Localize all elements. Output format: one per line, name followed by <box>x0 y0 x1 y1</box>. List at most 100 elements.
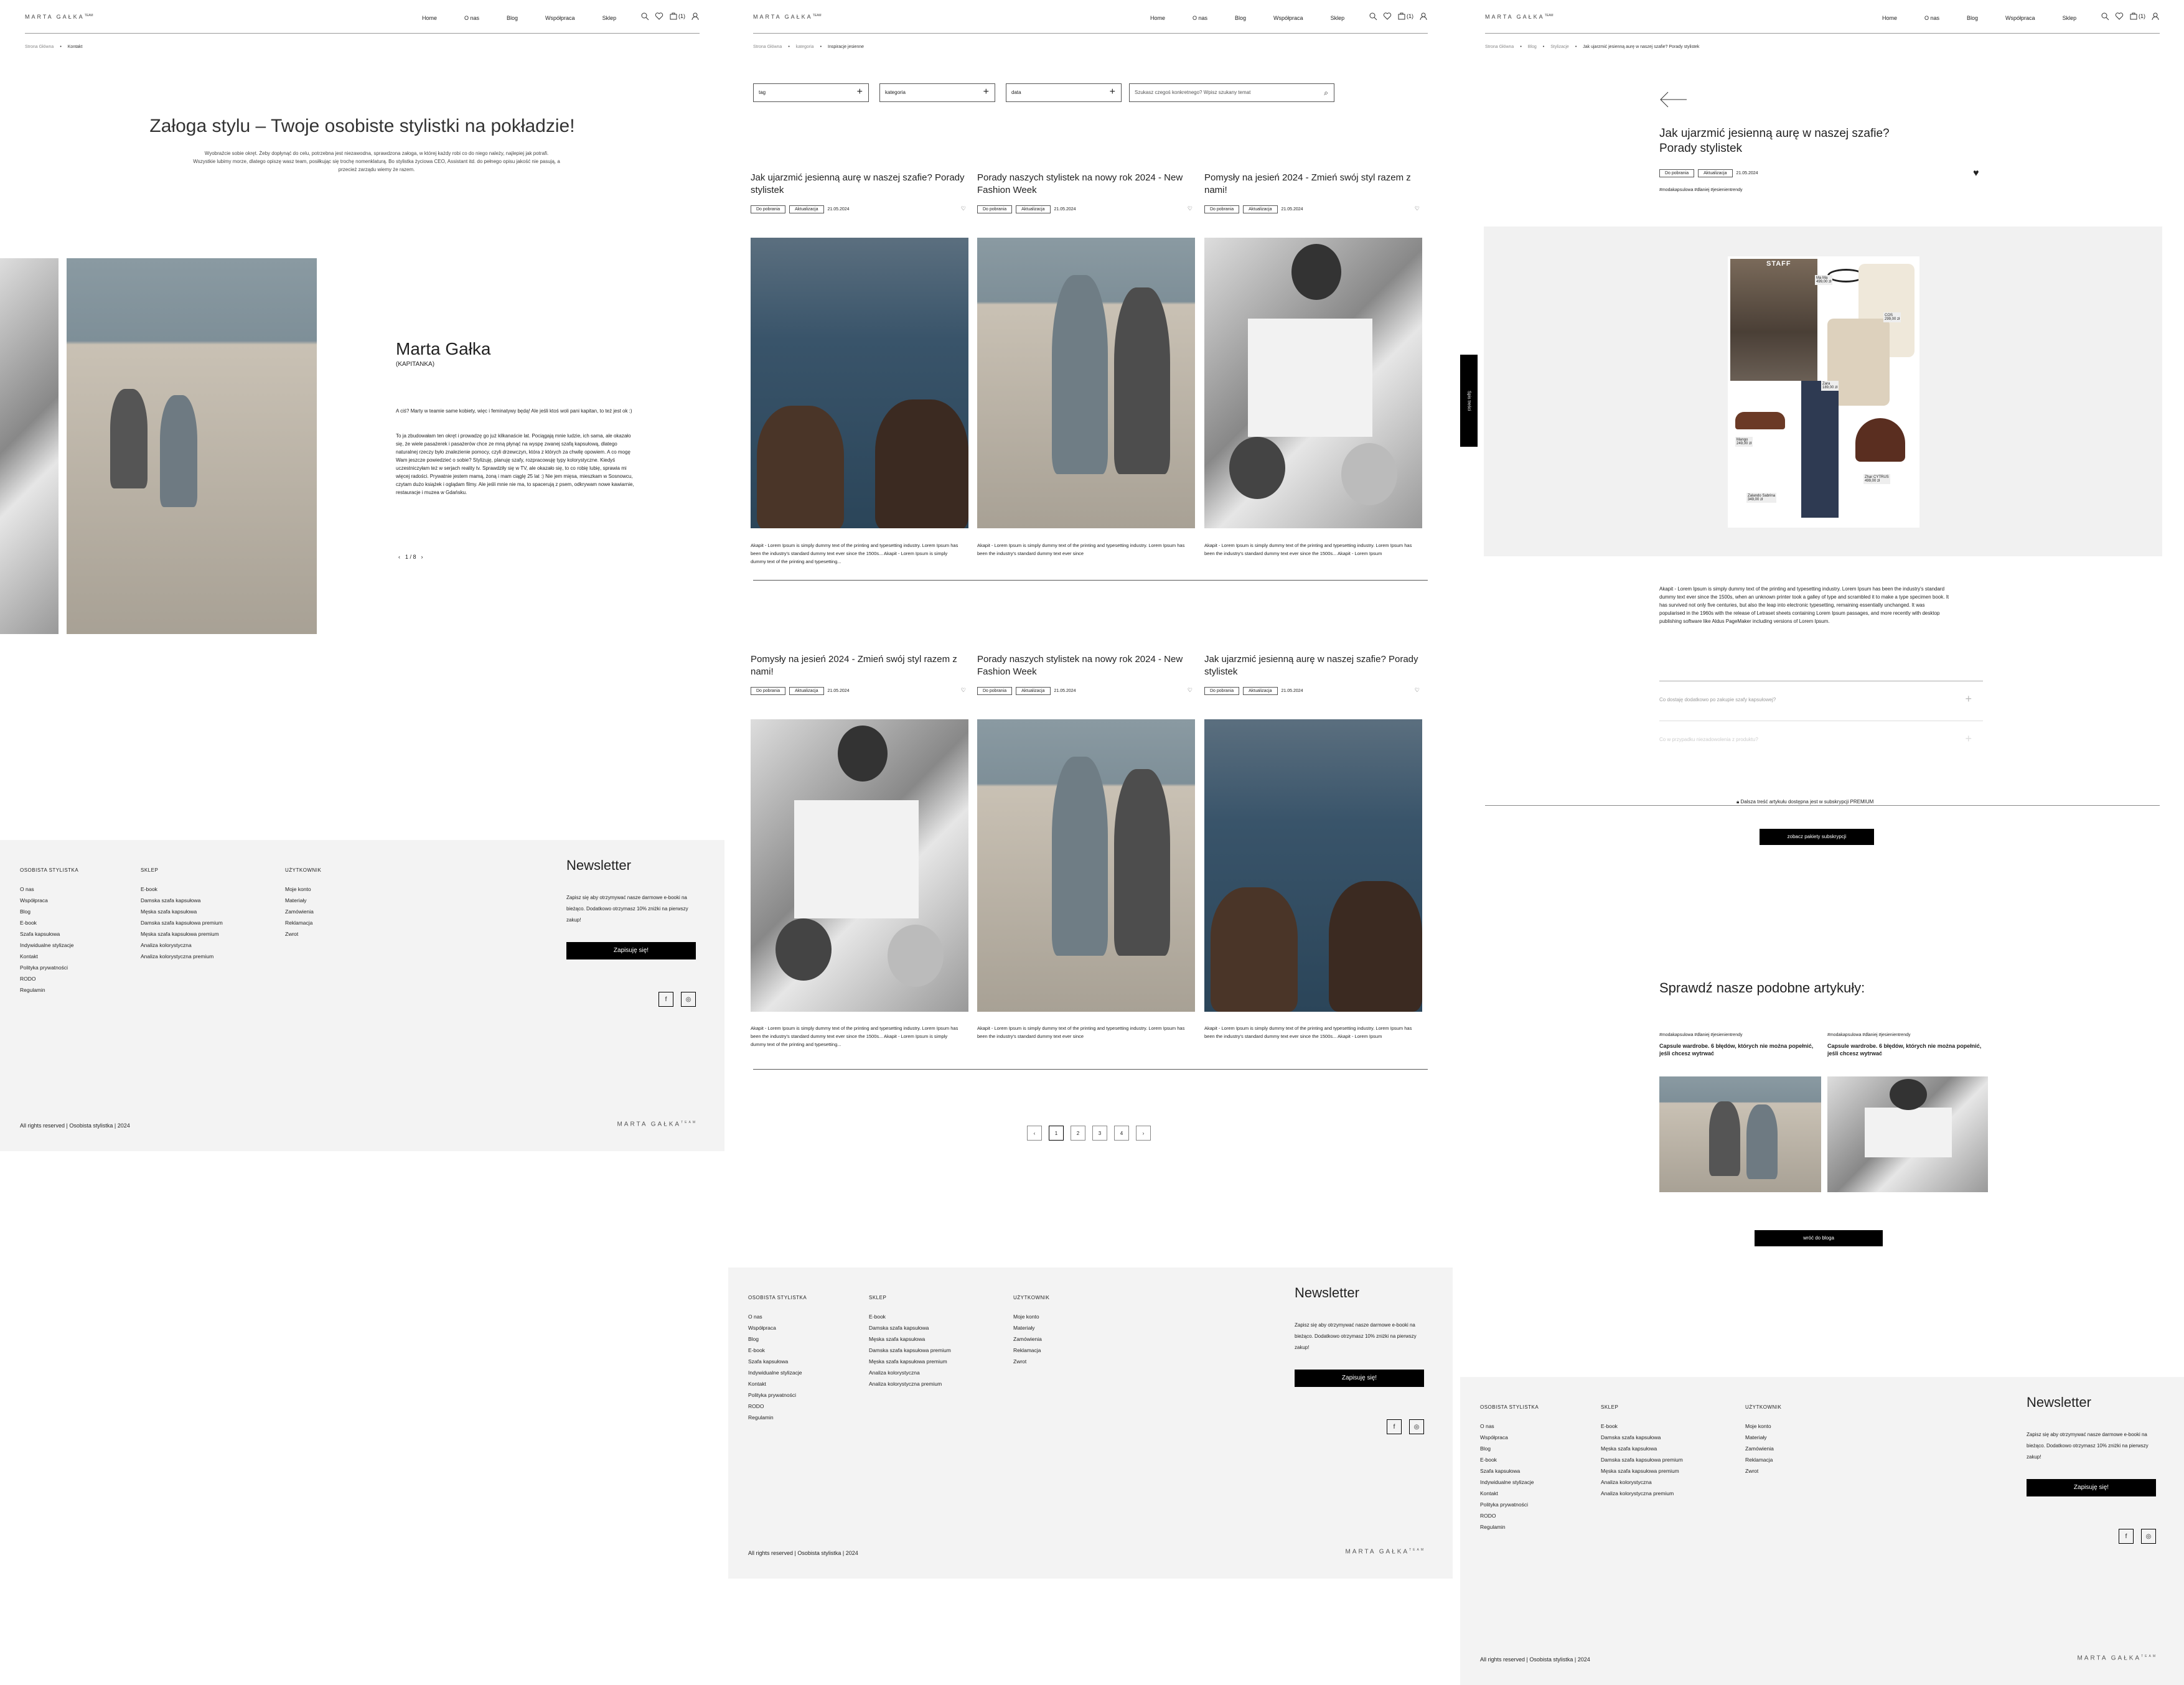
article-card[interactable]: Porady naszych stylistek na nowy rok 202… <box>977 653 1195 1039</box>
heart-icon[interactable]: ♡ <box>1415 687 1420 694</box>
product-label[interactable]: Zhar CYTRUS 499,00 zł <box>1863 474 1890 484</box>
article-card[interactable]: Pomysły na jesień 2024 - Zmień swój styl… <box>1204 172 1422 556</box>
search-icon[interactable] <box>2101 12 2109 21</box>
footer-link[interactable]: Damska szafa kapsułowa premium <box>1601 1454 1683 1465</box>
footer-link[interactable]: Reklamacja <box>1745 1454 1781 1465</box>
heart-icon[interactable] <box>2115 12 2124 21</box>
breadcrumb-home[interactable]: Strona Główna <box>25 45 54 49</box>
footer-link[interactable]: Materiały <box>1013 1322 1049 1333</box>
user-icon[interactable] <box>1419 12 1428 21</box>
footer-link[interactable]: Indywidualne stylizacje <box>748 1367 807 1378</box>
footer-link[interactable]: Zamówienia <box>1745 1443 1781 1454</box>
nav-home[interactable]: Home <box>1150 15 1165 21</box>
footer-link[interactable]: E-book <box>1480 1454 1539 1465</box>
footer-link[interactable]: Blog <box>1480 1443 1539 1454</box>
pagination-prev[interactable]: ‹ <box>1027 1126 1042 1141</box>
logo[interactable]: MARTA GAŁKATEAM <box>753 14 822 20</box>
footer-link[interactable]: Współpraca <box>748 1322 807 1333</box>
slider-prev-icon[interactable]: ‹ <box>398 554 400 560</box>
footer-link[interactable]: RODO <box>20 973 78 984</box>
footer-link[interactable]: Męska szafa kapsułowa <box>1601 1443 1683 1454</box>
tag-update[interactable]: Aktualizacja <box>1016 205 1051 213</box>
tag-download[interactable]: Do pobrania <box>977 205 1013 213</box>
faq-item[interactable]: Co w przypadku niezadowolenia z produktu… <box>1659 721 1983 760</box>
product-label[interactable]: Zalando Sabrina 349,00 zł <box>1746 493 1777 503</box>
footer-link[interactable]: Moje konto <box>285 884 321 895</box>
instagram-icon[interactable]: ◎ <box>2141 1529 2156 1544</box>
footer-link[interactable]: Szafa kapsułowa <box>1480 1465 1539 1477</box>
cart-icon[interactable] <box>669 12 678 21</box>
footer-link[interactable]: O nas <box>748 1311 807 1322</box>
nav-blog[interactable]: Blog <box>1235 15 1246 21</box>
slider-next-icon[interactable]: › <box>421 554 423 560</box>
footer-link[interactable]: Moje konto <box>1745 1421 1781 1432</box>
footer-link[interactable]: RODO <box>748 1401 807 1412</box>
nav-cooperation[interactable]: Współpraca <box>545 15 575 21</box>
user-icon[interactable] <box>691 12 700 21</box>
filter-category[interactable]: kategoria + <box>879 83 995 102</box>
footer-link[interactable]: Regulamin <box>1480 1521 1539 1533</box>
article-card[interactable]: Jak ujarzmić jesienną aurę w naszej szaf… <box>1204 653 1422 1039</box>
tag-update[interactable]: Aktualizacja <box>1698 169 1733 177</box>
footer-link[interactable]: Analiza kolorystyczna <box>141 940 223 951</box>
tag-download[interactable]: Do pobrania <box>1204 205 1240 213</box>
breadcrumb-home[interactable]: Strona Główna <box>1485 45 1514 49</box>
newsletter-subscribe-button[interactable]: Zapisuję się! <box>566 942 696 959</box>
related-article-title[interactable]: Capsule wardrobe. 6 błędów, których nie … <box>1659 1042 1821 1057</box>
pagination-page[interactable]: 2 <box>1071 1126 1085 1141</box>
product-label[interactable]: COS 299,00 zł <box>1883 312 1901 322</box>
footer-link[interactable]: Męska szafa kapsułowa premium <box>1601 1465 1683 1477</box>
user-icon[interactable] <box>2151 12 2160 21</box>
heart-icon[interactable] <box>1383 12 1392 21</box>
article-title[interactable]: Jak ujarzmić jesienną aurę w naszej szaf… <box>751 172 968 198</box>
footer-link[interactable]: E-book <box>141 884 223 895</box>
footer-link[interactable]: Blog <box>20 906 78 917</box>
search-icon[interactable] <box>640 12 649 21</box>
article-title[interactable]: Porady naszych stylistek na nowy rok 202… <box>977 172 1195 198</box>
tag-download[interactable]: Do pobrania <box>1659 169 1695 177</box>
tag-download[interactable]: Do pobrania <box>751 205 786 213</box>
footer-link[interactable]: Polityka prywatności <box>1480 1499 1539 1510</box>
footer-logo[interactable]: MARTA GAŁKATEAM <box>617 1121 697 1127</box>
previous-slide-image[interactable] <box>0 258 59 634</box>
heart-icon[interactable]: ♡ <box>961 205 966 212</box>
footer-link[interactable]: E-book <box>748 1345 807 1356</box>
logo[interactable]: MARTA GAŁKATEAM <box>25 14 93 20</box>
footer-link[interactable]: Polityka prywatności <box>20 962 78 973</box>
search-icon[interactable]: ⌕ <box>1324 88 1328 98</box>
footer-link[interactable]: Kontakt <box>748 1378 807 1389</box>
footer-link[interactable]: Reklamacja <box>1013 1345 1049 1356</box>
footer-link[interactable]: Męska szafa kapsułowa premium <box>869 1356 951 1367</box>
search-icon[interactable] <box>1369 12 1377 21</box>
footer-link[interactable]: O nas <box>1480 1421 1539 1432</box>
footer-link[interactable]: Współpraca <box>20 895 78 906</box>
tag-update[interactable]: Aktualizacja <box>789 205 824 213</box>
table-of-contents-tab[interactable]: Spis treści <box>1460 355 1478 447</box>
footer-link[interactable]: Współpraca <box>1480 1432 1539 1443</box>
article-card[interactable]: Pomysły na jesień 2024 - Zmień swój styl… <box>751 653 968 1047</box>
nav-blog[interactable]: Blog <box>507 15 518 21</box>
footer-link[interactable]: Zwrot <box>1013 1356 1049 1367</box>
footer-link[interactable]: Męska szafa kapsułowa <box>141 906 223 917</box>
pagination-page[interactable]: 4 <box>1114 1126 1129 1141</box>
cart-icon[interactable] <box>1397 12 1406 21</box>
facebook-icon[interactable]: f <box>658 992 673 1007</box>
footer-logo[interactable]: MARTA GAŁKATEAM <box>1345 1548 1425 1555</box>
footer-link[interactable]: E-book <box>20 917 78 928</box>
footer-link[interactable]: Analiza kolorystyczna <box>1601 1477 1683 1488</box>
nav-about[interactable]: O nas <box>464 15 479 21</box>
article-image[interactable] <box>751 719 968 1012</box>
article-image[interactable] <box>751 238 968 528</box>
tag-update[interactable]: Aktualizacja <box>789 687 824 695</box>
footer-link[interactable]: Zamówienia <box>285 906 321 917</box>
tag-download[interactable]: Do pobrania <box>1204 687 1240 695</box>
heart-icon[interactable] <box>655 12 663 21</box>
footer-link[interactable]: Męska szafa kapsułowa premium <box>141 928 223 940</box>
footer-link[interactable]: Damska szafa kapsułowa premium <box>141 917 223 928</box>
article-image[interactable] <box>1204 238 1422 528</box>
logo[interactable]: MARTA GAŁKATEAM <box>1485 14 1554 20</box>
footer-link[interactable]: Zamówienia <box>1013 1333 1049 1345</box>
footer-link[interactable]: Analiza kolorystyczna <box>869 1367 951 1378</box>
back-arrow-icon[interactable] <box>1659 91 1688 108</box>
footer-link[interactable]: Damska szafa kapsułowa <box>1601 1432 1683 1443</box>
